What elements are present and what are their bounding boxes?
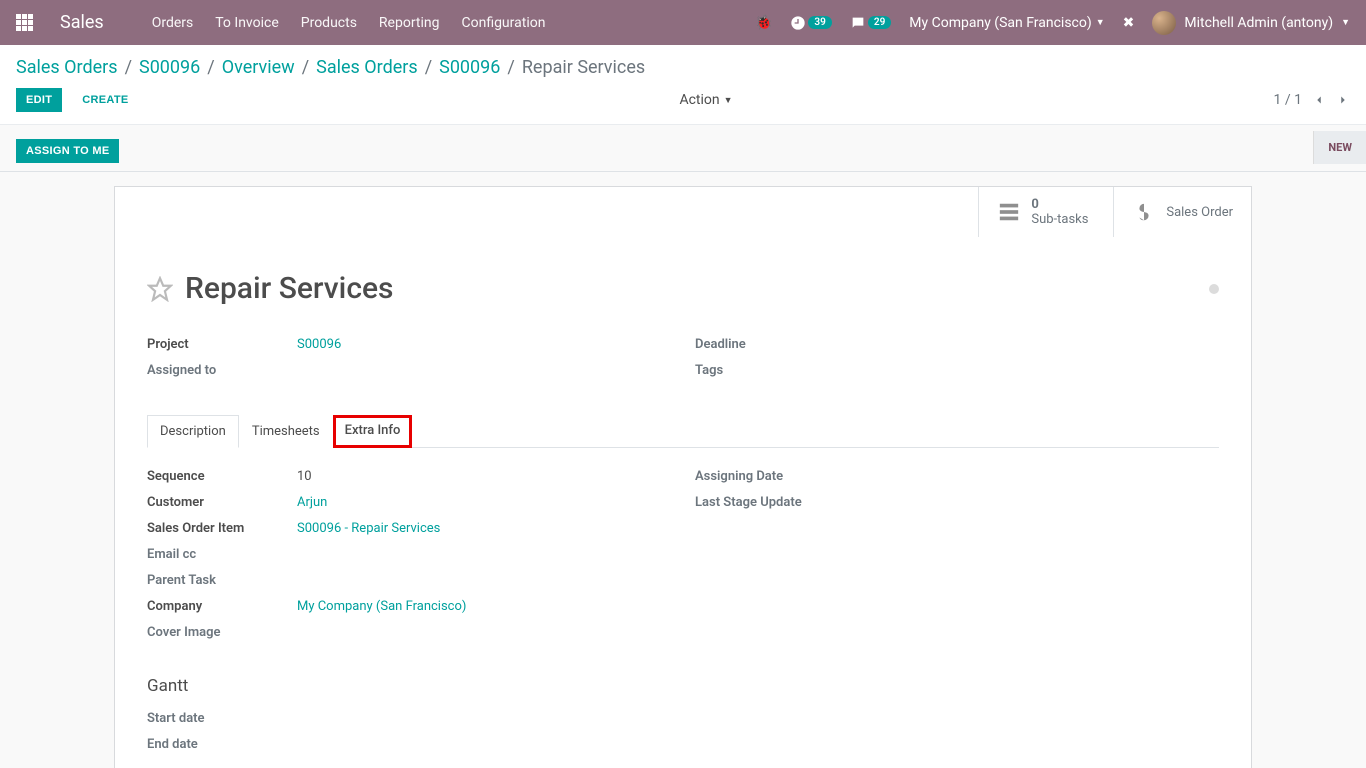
kanban-state-dot[interactable] [1209,284,1219,294]
tabs: Description Timesheets Extra Info [147,414,1219,448]
second-bar: ASSIGN TO ME NEW [0,131,1366,172]
user-menu[interactable]: Mitchell Admin (antony) ▼ [1152,11,1350,35]
breadcrumb-current: Repair Services [522,57,645,78]
stage-new[interactable]: NEW [1313,131,1366,164]
chat-icon [850,15,866,31]
last-stage-update-label: Last Stage Update [695,495,845,510]
subtasks-label: Sub-tasks [1031,212,1088,227]
gantt-heading: Gantt [147,676,1219,696]
breadcrumb-item[interactable]: S00096 [139,57,200,78]
brand-title[interactable]: Sales [60,12,104,33]
company-label: Company [147,599,297,614]
parent-task-label: Parent Task [147,573,297,588]
nav-reporting[interactable]: Reporting [379,15,440,31]
record-title: Repair Services [185,271,394,306]
soitem-link[interactable]: S00096 - Repair Services [297,521,440,536]
right-tools: 🐞 39 29 My Company (San Francisco) ▼ ✖ M… [755,11,1350,35]
dollar-icon [1132,201,1156,223]
start-date-label: Start date [147,711,297,726]
control-bar: EDIT CREATE Action ▼ 1 / 1 [0,78,1366,125]
form-sheet: 0 Sub-tasks Sales Order Repair Services … [114,186,1252,768]
tab-description[interactable]: Description [147,415,239,448]
nav-configuration[interactable]: Configuration [461,15,545,31]
breadcrumb-item[interactable]: S00096 [439,57,500,78]
soitem-label: Sales Order Item [147,521,297,536]
nav-orders[interactable]: Orders [152,15,194,31]
action-label: Action [679,92,719,108]
stat-subtasks[interactable]: 0 Sub-tasks [978,187,1113,237]
breadcrumb: Sales Orders/ S00096/ Overview/ Sales Or… [16,57,1350,78]
project-link[interactable]: S00096 [297,337,341,352]
activities-button[interactable]: 39 [790,15,831,31]
sequence-label: Sequence [147,469,297,484]
project-label: Project [147,337,297,352]
discuss-badge: 29 [868,16,891,29]
stat-salesorder[interactable]: Sales Order [1113,187,1251,237]
company-link[interactable]: My Company (San Francisco) [297,599,466,614]
breadcrumb-item[interactable]: Sales Orders [316,57,418,78]
assigned-to-label: Assigned to [147,363,297,378]
sequence-value: 10 [297,469,312,484]
tab-extra-info[interactable]: Extra Info [333,415,413,448]
assigning-date-label: Assigning Date [695,469,845,484]
discuss-button[interactable]: 29 [850,15,891,31]
company-switcher[interactable]: My Company (San Francisco) ▼ [909,15,1104,31]
developer-tools-icon[interactable]: ✖ [1123,15,1135,31]
apps-icon[interactable] [16,14,34,32]
breadcrumb-item[interactable]: Sales Orders [16,57,118,78]
avatar [1152,11,1176,35]
stat-buttons: 0 Sub-tasks Sales Order [115,187,1251,237]
activities-badge: 39 [808,16,831,29]
deadline-label: Deadline [695,337,845,352]
pager-counter: 1 / 1 [1274,92,1302,108]
scroll-area: ASSIGN TO ME NEW 0 Sub-tasks Sales Order… [0,131,1366,768]
tags-label: Tags [695,363,845,378]
emailcc-label: Email cc [147,547,297,562]
top-navbar: Sales Orders To Invoice Products Reporti… [0,0,1366,45]
list-icon [997,201,1021,223]
chevron-right-icon[interactable] [1336,93,1350,107]
tab-timesheets[interactable]: Timesheets [239,415,333,448]
nav-to-invoice[interactable]: To Invoice [215,15,279,31]
chevron-left-icon[interactable] [1312,93,1326,107]
caret-down-icon: ▼ [1341,17,1350,28]
clock-icon [790,15,806,31]
create-button[interactable]: CREATE [72,88,138,112]
salesorder-label: Sales Order [1166,205,1233,220]
cover-image-label: Cover Image [147,625,297,640]
title-bar: Repair Services [147,271,1219,306]
pager: 1 / 1 [1274,92,1350,108]
breadcrumb-bar: Sales Orders/ S00096/ Overview/ Sales Or… [0,45,1366,78]
nav-links: Orders To Invoice Products Reporting Con… [152,15,546,31]
star-icon[interactable] [147,276,173,302]
assign-to-me-button[interactable]: ASSIGN TO ME [16,139,119,163]
action-dropdown[interactable]: Action ▼ [679,92,732,108]
caret-down-icon: ▼ [1096,17,1105,28]
user-name: Mitchell Admin (antony) [1184,15,1333,31]
subtasks-count: 0 [1031,197,1088,212]
customer-label: Customer [147,495,297,510]
company-name: My Company (San Francisco) [909,15,1091,31]
breadcrumb-item[interactable]: Overview [222,57,295,78]
edit-button[interactable]: EDIT [16,88,62,112]
tab-body-extra: Sequence 10 Customer Arjun Sales Order I… [147,448,1219,760]
bug-icon[interactable]: 🐞 [755,15,772,31]
nav-products[interactable]: Products [301,15,357,31]
customer-link[interactable]: Arjun [297,495,327,510]
end-date-label: End date [147,737,297,752]
caret-down-icon: ▼ [724,95,733,106]
